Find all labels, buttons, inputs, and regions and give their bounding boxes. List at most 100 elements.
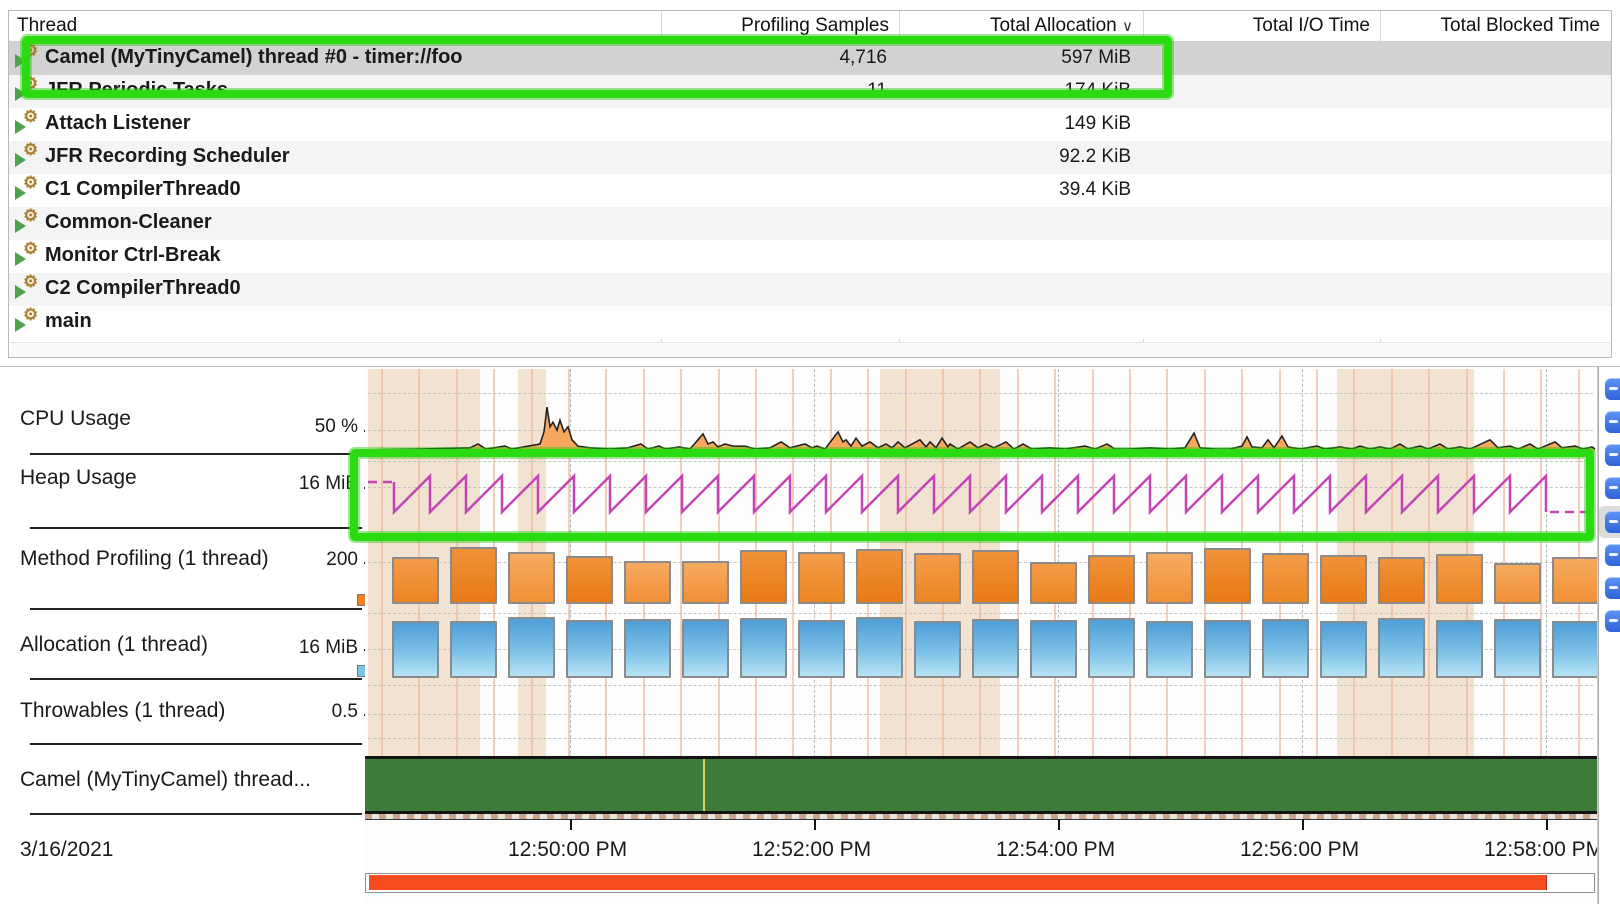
method-profiling-bar[interactable] xyxy=(1146,552,1193,604)
lane-tick-label-0: 50 % xyxy=(230,416,358,438)
lane-divider xyxy=(30,453,362,455)
allocation-bar[interactable] xyxy=(856,617,903,678)
thread-name: Monitor Ctrl-Break xyxy=(45,244,221,267)
method-profiling-bar[interactable] xyxy=(1088,555,1135,604)
lane-divider xyxy=(30,813,362,815)
thread-row[interactable]: ⚙Common-Cleaner xyxy=(9,207,1611,240)
method-profiling-bar[interactable] xyxy=(508,552,555,604)
lane-divider xyxy=(30,527,362,529)
time-axis-label: 12:56:00 PM xyxy=(1240,838,1359,862)
allocation-bar[interactable] xyxy=(1378,618,1425,678)
allocation-bar[interactable] xyxy=(1146,621,1193,678)
lane-collapse-button[interactable] xyxy=(1605,411,1620,433)
method-profiling-bar[interactable] xyxy=(1204,548,1251,604)
gear-icon: ⚙ xyxy=(23,239,38,259)
thread-row[interactable]: ⚙JFR Recording Scheduler 92.2 KiB xyxy=(9,141,1611,174)
method-profiling-bar[interactable] xyxy=(392,557,439,604)
method-profiling-bar[interactable] xyxy=(624,561,671,604)
allocation-bar[interactable] xyxy=(914,621,961,678)
allocation-bar[interactable] xyxy=(798,620,845,678)
thread-row[interactable]: ⚙Attach Listener149 KiB xyxy=(9,108,1611,141)
lane-collapse-button[interactable] xyxy=(1605,444,1620,466)
thread-row[interactable]: ⚙ Monitor Ctrl-Break xyxy=(9,240,1611,273)
method-profiling-bar[interactable] xyxy=(914,553,961,604)
lane-event-strip xyxy=(365,814,1597,820)
thread-name: JFR Recording Scheduler xyxy=(45,145,290,168)
cpu-usage-area xyxy=(368,407,1595,452)
allocation-bar[interactable] xyxy=(624,619,671,678)
lane-collapse-button[interactable] xyxy=(1605,511,1620,533)
thread-icon: ⚙ xyxy=(15,242,43,270)
lane-collapse-button[interactable] xyxy=(1605,577,1620,599)
allocation-bar[interactable] xyxy=(450,621,497,678)
allocation-bar[interactable] xyxy=(1494,619,1541,678)
thread-row[interactable]: ⚙ C2 CompilerThread0 xyxy=(9,273,1611,306)
lane-label-4: Throwables (1 thread) xyxy=(20,699,225,723)
col-header-total-blocked-time[interactable]: Total Blocked Time xyxy=(1380,11,1600,41)
heap-usage-lane-highlight-annotation xyxy=(350,449,1594,541)
thread-name: C2 CompilerThread0 xyxy=(45,277,241,300)
lane-label-1: Heap Usage xyxy=(20,466,137,490)
method-profiling-bar[interactable] xyxy=(1494,563,1541,604)
allocation-bar[interactable] xyxy=(1436,620,1483,678)
method-profiling-bar[interactable] xyxy=(1262,553,1309,604)
thread-icon: ⚙ xyxy=(15,308,43,336)
thread-activity-lane[interactable] xyxy=(365,756,1597,814)
thread-icon: ⚙ xyxy=(15,143,43,171)
thread-row[interactable]: ⚙C1 CompilerThread039.4 KiB xyxy=(9,174,1611,207)
lane-label-5: Camel (MyTinyCamel) thread... xyxy=(20,768,311,792)
method-profiling-bar[interactable] xyxy=(1552,557,1598,604)
method-profiling-bar[interactable] xyxy=(972,550,1019,604)
gear-icon: ⚙ xyxy=(23,173,38,193)
allocation-bar[interactable] xyxy=(392,621,439,678)
time-range-scrollbar[interactable] xyxy=(365,873,1595,893)
col-header-total-i-o-time[interactable]: Total I/O Time xyxy=(1143,11,1370,41)
lane-tick-label-1: 16 MiB xyxy=(230,473,358,495)
thread-cell-allocation: 92.2 KiB xyxy=(899,146,1131,168)
lane-collapse-button[interactable] xyxy=(1605,477,1620,499)
thread-row[interactable]: ⚙main xyxy=(9,306,1611,339)
table-horizontal-scrollbar-track[interactable] xyxy=(10,342,1610,358)
lane-collapse-button[interactable] xyxy=(1605,610,1620,632)
time-axis-tick xyxy=(1546,819,1548,830)
lane-collapse-button[interactable] xyxy=(1605,544,1620,566)
method-profiling-bar[interactable] xyxy=(682,561,729,604)
method-profiling-bar[interactable] xyxy=(566,556,613,604)
method-profiling-bar[interactable] xyxy=(1436,554,1483,604)
gear-icon: ⚙ xyxy=(23,107,38,127)
allocation-bar[interactable] xyxy=(972,619,1019,678)
lane-divider xyxy=(30,743,362,745)
time-range-thumb[interactable] xyxy=(369,875,1547,890)
allocation-bar[interactable] xyxy=(1088,618,1135,678)
allocation-bar[interactable] xyxy=(740,618,787,678)
method-profiling-bar[interactable] xyxy=(1030,562,1077,604)
thread-icon: ⚙ xyxy=(15,209,43,237)
method-profiling-bar[interactable] xyxy=(1378,557,1425,604)
method-profiling-bar[interactable] xyxy=(1320,555,1367,604)
date-label: 3/16/2021 xyxy=(20,838,113,862)
lane-collapse-button[interactable] xyxy=(1605,378,1620,400)
allocation-bar[interactable] xyxy=(1204,620,1251,678)
allocation-bar[interactable] xyxy=(1320,621,1367,678)
timeline-plot[interactable]: 12:50:00 PM12:52:00 PM12:54:00 PM12:56:0… xyxy=(365,367,1598,904)
allocation-bar[interactable] xyxy=(1030,620,1077,678)
method-profiling-bar[interactable] xyxy=(798,552,845,604)
method-profiling-bar[interactable] xyxy=(856,549,903,604)
time-axis-tick xyxy=(1058,819,1060,830)
thread-name: C1 CompilerThread0 xyxy=(45,178,241,201)
allocation-bar[interactable] xyxy=(566,620,613,678)
method-profiling-bar[interactable] xyxy=(740,550,787,604)
thread-icon: ⚙ xyxy=(15,275,43,303)
allocation-bar[interactable] xyxy=(682,619,729,678)
thread-icon: ⚙ xyxy=(15,110,43,138)
allocation-bar[interactable] xyxy=(1262,619,1309,678)
gear-icon: ⚙ xyxy=(23,272,38,292)
time-axis-label: 12:58:00 PM xyxy=(1484,838,1598,862)
thread-name: Common-Cleaner xyxy=(45,211,212,234)
allocation-bar[interactable] xyxy=(508,617,555,678)
thread-cell-allocation: 149 KiB xyxy=(899,113,1131,135)
thread-name: main xyxy=(45,310,92,333)
method-profiling-bar[interactable] xyxy=(450,547,497,604)
allocation-bar[interactable] xyxy=(1552,621,1598,678)
timeline-panel: CPU Usage50 %Heap Usage16 MiBMethod Prof… xyxy=(0,366,1620,904)
